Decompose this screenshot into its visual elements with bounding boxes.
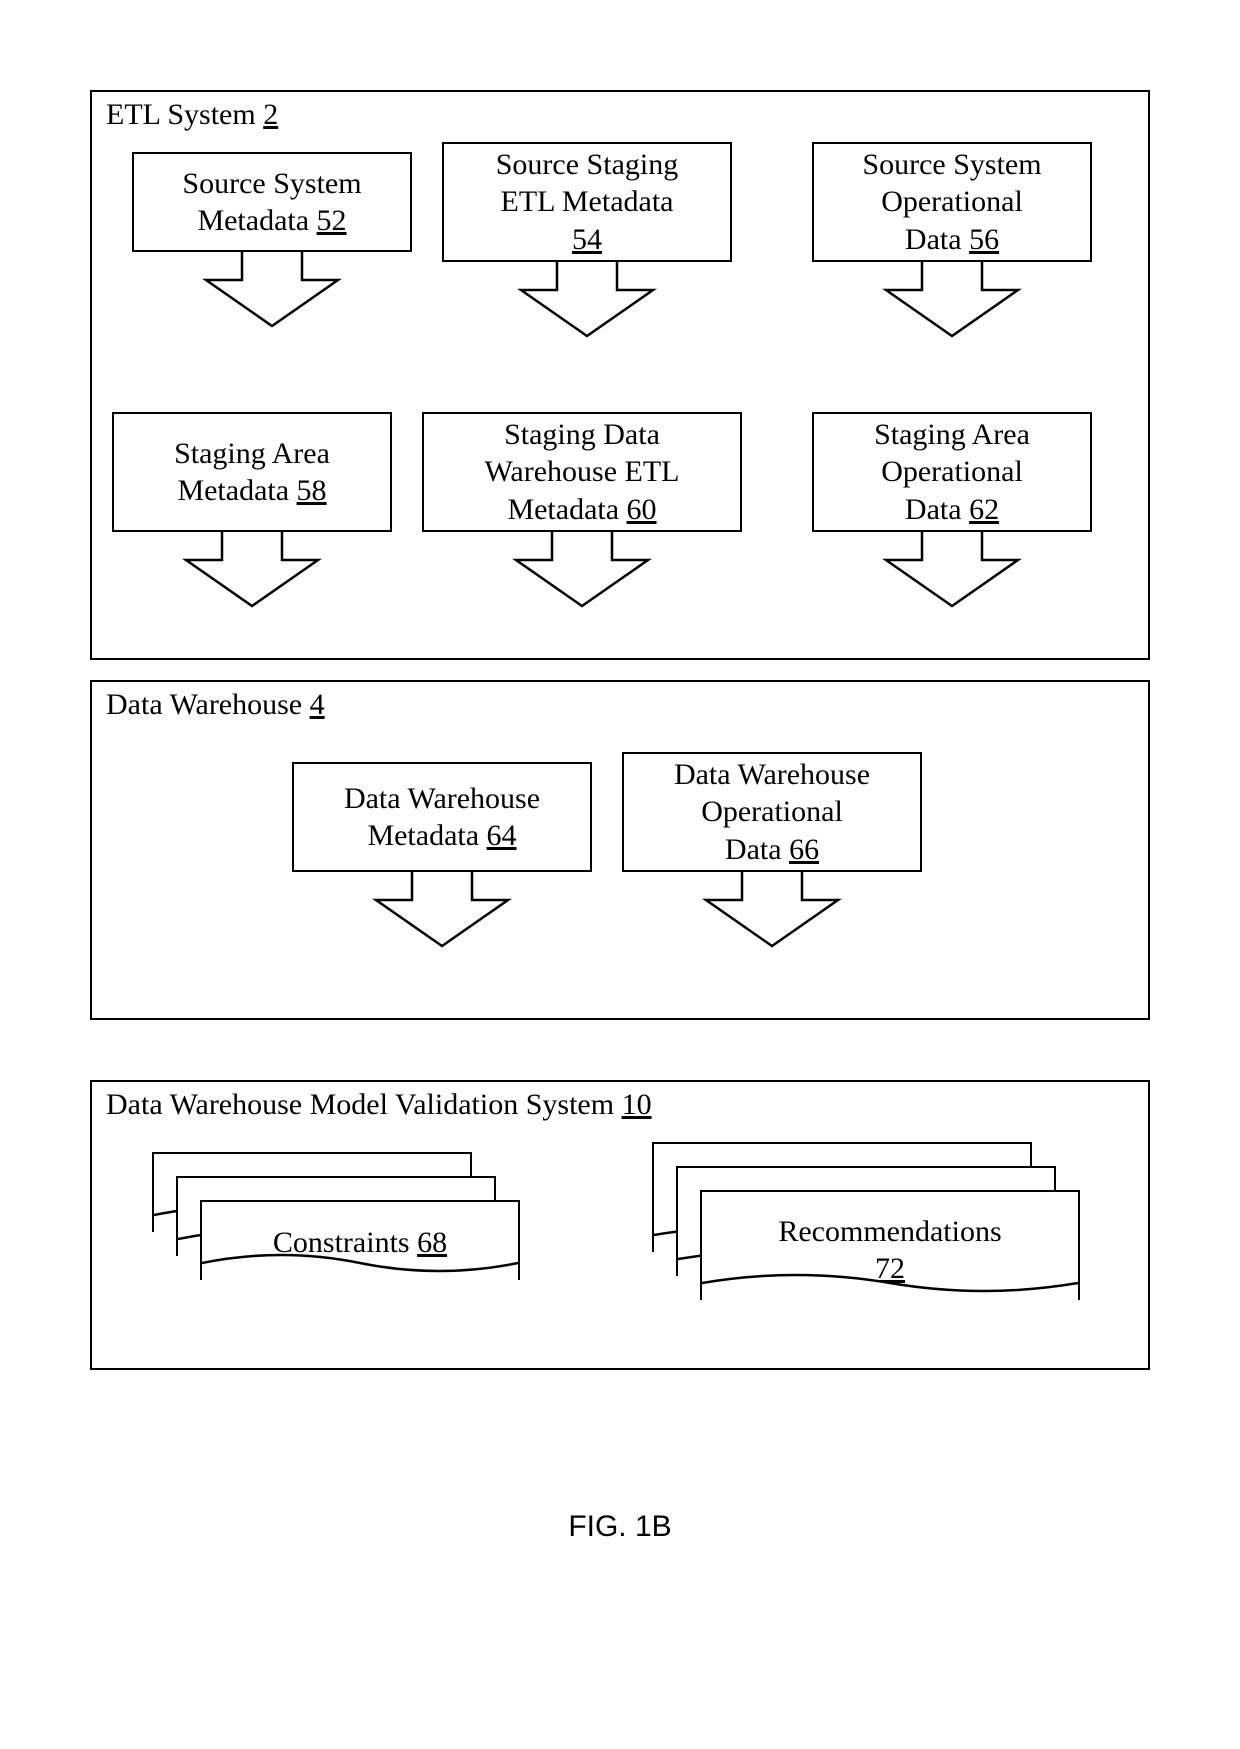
doc-wave-icon (702, 1273, 1078, 1300)
constraints-doc: Constraints 68 (200, 1200, 520, 1280)
recommendations-doc: Recommendations 72 (700, 1190, 1080, 1300)
box-staging-data-warehouse-etl-metadata: Staging Data Warehouse ETL Metadata 60 (422, 412, 742, 610)
b56-line3: Data 56 (905, 221, 999, 259)
etl-system-container: ETL System 2 Source System Metadata 52 S… (90, 90, 1150, 660)
b64-line1: Data Warehouse (344, 780, 540, 818)
recommendations-label: Recommendations (778, 1213, 1001, 1251)
constraints-doc-stack: Constraints 68 (152, 1152, 532, 1312)
b58-l2-text: Metadata (177, 474, 289, 507)
recommendations-doc-stack: Recommendations 72 (652, 1142, 1092, 1332)
b56-ref: 56 (969, 223, 999, 256)
b66-line3: Data 66 (725, 831, 819, 869)
box-data-warehouse-operational-data: Data Warehouse Operational Data 66 (622, 752, 922, 950)
box-staging-area-metadata: Staging Area Metadata 58 (112, 412, 392, 610)
b66-line1: Data Warehouse (674, 756, 870, 794)
figure-caption: FIG. 1B (0, 1510, 1240, 1544)
etl-title: ETL System 2 (106, 98, 278, 132)
etl-title-ref: 2 (263, 98, 278, 131)
box-source-system-metadata: Source System Metadata 52 (132, 152, 412, 330)
b60-line3: Metadata 60 (507, 491, 656, 529)
b64-l2-text: Metadata (367, 819, 479, 852)
b62-line2: Operational (881, 453, 1023, 491)
arrow-down-icon (372, 872, 512, 950)
b60-l3-text: Metadata (507, 493, 619, 526)
arrow-down-icon (512, 532, 652, 610)
b56-l3-text: Data (905, 223, 962, 256)
b56-line1: Source System (862, 146, 1041, 184)
box-data-warehouse-metadata: Data Warehouse Metadata 64 (292, 762, 592, 950)
doc-wave-icon (202, 1253, 518, 1280)
b60-line2: Warehouse ETL (485, 453, 680, 491)
b62-ref: 62 (969, 493, 999, 526)
b54-line1: Source Staging (496, 146, 678, 184)
b60-ref: 60 (627, 493, 657, 526)
b52-l2-text: Metadata (197, 204, 309, 237)
b62-line1: Staging Area (874, 416, 1030, 454)
validation-system-container: Data Warehouse Model Validation System 1… (90, 1080, 1150, 1370)
b66-ref: 66 (789, 833, 819, 866)
dw-title-ref: 4 (310, 688, 325, 721)
arrow-down-icon (202, 252, 342, 330)
dw-title-text: Data Warehouse (106, 688, 302, 721)
data-warehouse-container: Data Warehouse 4 Data Warehouse Metadata… (90, 680, 1150, 1020)
b52-line1: Source System (182, 165, 361, 203)
b52-line2: Metadata 52 (197, 202, 346, 240)
b62-line3: Data 62 (905, 491, 999, 529)
box-staging-area-operational-data: Staging Area Operational Data 62 (812, 412, 1092, 610)
arrow-down-icon (182, 532, 322, 610)
b54-line2: ETL Metadata (501, 183, 674, 221)
b54-ref: 54 (572, 221, 602, 259)
valid-title-ref: 10 (622, 1088, 652, 1121)
arrow-down-icon (517, 262, 657, 340)
b64-line2: Metadata 64 (367, 817, 516, 855)
b62-l3-text: Data (905, 493, 962, 526)
box-source-system-operational-data: Source System Operational Data 56 (812, 142, 1092, 340)
dw-title: Data Warehouse 4 (106, 688, 325, 722)
b58-ref: 58 (297, 474, 327, 507)
b66-line2: Operational (701, 793, 843, 831)
b52-ref: 52 (317, 204, 347, 237)
arrow-down-icon (882, 532, 1022, 610)
valid-title-text: Data Warehouse Model Validation System (106, 1088, 614, 1121)
b60-line1: Staging Data (504, 416, 660, 454)
b56-line2: Operational (881, 183, 1023, 221)
b58-line2: Metadata 58 (177, 472, 326, 510)
etl-title-text: ETL System (106, 98, 256, 131)
box-source-staging-etl-metadata: Source Staging ETL Metadata 54 (442, 142, 732, 340)
valid-title: Data Warehouse Model Validation System 1… (106, 1088, 652, 1122)
arrow-down-icon (702, 872, 842, 950)
arrow-down-icon (882, 262, 1022, 340)
b64-ref: 64 (487, 819, 517, 852)
b66-l3-text: Data (725, 833, 782, 866)
b58-line1: Staging Area (174, 435, 330, 473)
